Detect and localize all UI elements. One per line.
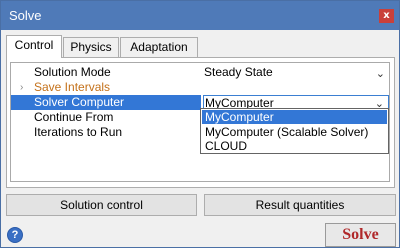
property-name: Save Intervals	[34, 80, 111, 94]
property-row-solution-mode[interactable]: Solution Mode Steady State ⌄	[11, 65, 389, 80]
tab-physics[interactable]: Physics	[63, 37, 119, 57]
expand-arrow-icon[interactable]: ›	[20, 80, 23, 95]
property-name: Solution Mode	[34, 65, 111, 79]
tab-control[interactable]: Control	[6, 35, 62, 58]
help-icon[interactable]: ?	[7, 227, 23, 243]
tab-bar: Control Physics Adaptation	[6, 35, 396, 58]
chevron-down-icon[interactable]: ⌄	[376, 66, 385, 81]
dropdown-option-mycomputer[interactable]: MyComputer	[202, 110, 387, 124]
property-name: Iterations to Run	[34, 125, 123, 139]
result-quantities-button[interactable]: Result quantities	[204, 194, 396, 216]
solve-button[interactable]: Solve	[325, 223, 396, 247]
selected-row-highlight: Solver Computer	[11, 95, 201, 110]
window-title: Solve	[9, 8, 42, 23]
title-bar[interactable]: Solve x	[1, 1, 399, 30]
property-name: Continue From	[34, 110, 114, 124]
property-row-save-intervals[interactable]: › Save Intervals	[11, 80, 389, 95]
tab-adaptation[interactable]: Adaptation	[120, 37, 198, 57]
solver-computer-dropdown-list: MyComputer MyComputer (Scalable Solver) …	[200, 108, 389, 154]
property-value-solution-mode[interactable]: Steady State ⌄	[203, 65, 389, 80]
solution-control-button[interactable]: Solution control	[6, 194, 197, 216]
dropdown-option-scalable-solver[interactable]: MyComputer (Scalable Solver)	[202, 125, 387, 139]
close-icon[interactable]: x	[379, 9, 394, 23]
dropdown-option-cloud[interactable]: CLOUD	[202, 139, 387, 153]
solve-dialog: Solve x Control Physics Adaptation Solut…	[0, 0, 400, 248]
property-name: Solver Computer	[34, 95, 125, 109]
